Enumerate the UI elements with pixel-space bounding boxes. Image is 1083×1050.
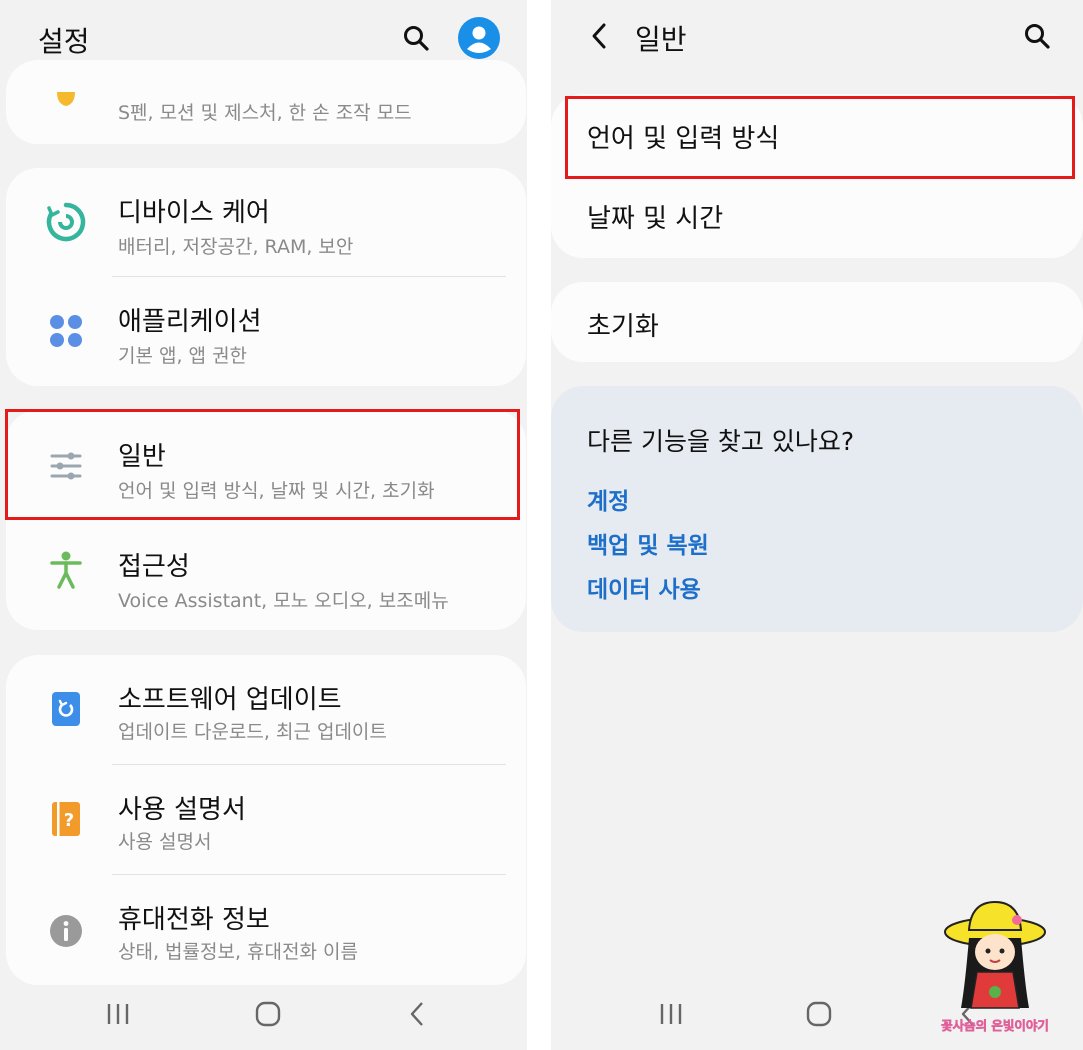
settings-item-title: 날짜 및 시간 (587, 204, 724, 234)
chevron-left-icon (592, 23, 606, 49)
settings-item-sub: S펜, 모션 및 제스처, 한 손 조작 모드 (118, 102, 412, 124)
home-button[interactable] (789, 988, 849, 1040)
recent-apps-button[interactable] (641, 988, 701, 1040)
settings-item-title: 디바이스 케어 (118, 198, 270, 228)
general-sliders-icon (44, 444, 88, 488)
search-button[interactable] (396, 18, 436, 58)
home-button[interactable] (238, 988, 298, 1040)
settings-item-software-update[interactable]: 소프트웨어 업데이트 업데이트 다운로드, 최근 업데이트 (6, 655, 526, 765)
accessibility-icon (44, 548, 88, 592)
settings-item-title: 사용 설명서 (118, 795, 246, 825)
settings-item-sub: 언어 및 입력 방식, 날짜 및 시간, 초기화 (118, 480, 435, 502)
account-icon (458, 17, 500, 59)
settings-card: 소프트웨어 업데이트 업데이트 다운로드, 최근 업데이트 ? 사용 설명서 사… (6, 655, 526, 985)
recent-apps-icon (660, 1004, 682, 1024)
settings-card: 일반 언어 및 입력 방식, 날짜 및 시간, 초기화 접근성 Voice As… (6, 410, 526, 630)
suggestion-link-account[interactable]: 계정 (587, 482, 629, 516)
settings-item-general[interactable]: 일반 언어 및 입력 방식, 날짜 및 시간, 초기화 (6, 410, 526, 520)
settings-item-title: 애플리케이션 (118, 307, 262, 337)
apps-icon (44, 309, 88, 353)
settings-screen: 설정 S펜, 모션 및 제스처, 한 손 조작 모드 디바이스 케어 배터리, … (0, 0, 527, 1050)
watermark-mascot: 꽃사슴의 은빛이야기 (925, 896, 1065, 1036)
manual-icon: ? (44, 797, 88, 841)
settings-item-advanced[interactable]: S펜, 모션 및 제스처, 한 손 조작 모드 (6, 60, 526, 144)
navigation-bar (0, 988, 527, 1050)
search-icon (404, 26, 429, 51)
settings-card: 언어 및 입력 방식 날짜 및 시간 (551, 94, 1083, 258)
recent-apps-icon (107, 1004, 129, 1024)
home-icon (806, 1001, 832, 1027)
settings-item-reset[interactable]: 초기화 (551, 282, 1083, 362)
settings-item-title: 일반 (118, 442, 166, 472)
info-icon (44, 909, 88, 953)
search-icon (1025, 24, 1050, 49)
settings-item-sub: 업데이트 다운로드, 최근 업데이트 (118, 721, 387, 743)
advanced-features-icon (44, 78, 88, 122)
settings-item-sub: 상태, 법률정보, 휴대전화 이름 (118, 941, 358, 963)
settings-card: 디바이스 케어 배터리, 저장공간, RAM, 보안 애플리케이션 기본 앱, … (6, 168, 526, 386)
settings-item-sub: 사용 설명서 (118, 831, 212, 853)
recent-apps-button[interactable] (88, 988, 148, 1040)
suggestion-link-backup[interactable]: 백업 및 복원 (587, 526, 709, 560)
settings-item-sub: 배터리, 저장공간, RAM, 보안 (118, 236, 354, 258)
settings-item-title: 접근성 (118, 552, 190, 582)
software-update-icon (44, 687, 88, 731)
suggestion-link-data-usage[interactable]: 데이터 사용 (587, 570, 701, 604)
settings-item-phone-info[interactable]: 휴대전화 정보 상태, 법률정보, 휴대전화 이름 (6, 875, 526, 985)
general-screen: 일반 언어 및 입력 방식 날짜 및 시간 초기화 다른 기능을 찾고 있나요?… (551, 0, 1083, 1050)
search-button[interactable] (1017, 16, 1057, 56)
suggestion-question: 다른 기능을 찾고 있나요? (587, 427, 855, 456)
settings-item-sub: Voice Assistant, 모노 오디오, 보조메뉴 (118, 590, 449, 612)
mascot-girl-icon: 꽃사슴의 은빛이야기 (941, 900, 1049, 1033)
settings-item-title: 휴대전화 정보 (118, 905, 270, 935)
settings-card: 초기화 (551, 282, 1083, 362)
settings-card-partial: S펜, 모션 및 제스처, 한 손 조작 모드 (6, 60, 526, 144)
back-icon (410, 1002, 423, 1026)
settings-item-title: 언어 및 입력 방식 (587, 124, 780, 154)
back-button[interactable] (388, 988, 448, 1040)
watermark-text: 꽃사슴의 은빛이야기 (941, 1018, 1049, 1033)
settings-item-sub: 기본 앱, 앱 권한 (118, 345, 248, 367)
home-icon (255, 1001, 281, 1027)
settings-item-language-input[interactable]: 언어 및 입력 방식 (551, 94, 1083, 176)
panel-gap (527, 0, 551, 1050)
page-title: 설정 (38, 25, 90, 58)
settings-item-title: 초기화 (587, 312, 659, 342)
settings-item-accessibility[interactable]: 접근성 Voice Assistant, 모노 오디오, 보조메뉴 (6, 520, 526, 630)
device-care-icon (44, 200, 88, 244)
settings-item-title: 소프트웨어 업데이트 (118, 685, 342, 715)
settings-item-apps[interactable]: 애플리케이션 기본 앱, 앱 권한 (6, 277, 526, 386)
back-arrow-button[interactable] (579, 16, 619, 56)
suggestion-card: 다른 기능을 찾고 있나요? 계정 백업 및 복원 데이터 사용 (551, 386, 1083, 632)
svg-text:?: ? (64, 810, 74, 831)
page-title: 일반 (635, 23, 687, 56)
settings-item-device-care[interactable]: 디바이스 케어 배터리, 저장공간, RAM, 보안 (6, 168, 526, 277)
settings-item-date-time[interactable]: 날짜 및 시간 (551, 176, 1083, 258)
settings-item-manual[interactable]: ? 사용 설명서 사용 설명서 (6, 765, 526, 875)
account-button[interactable] (457, 16, 501, 60)
